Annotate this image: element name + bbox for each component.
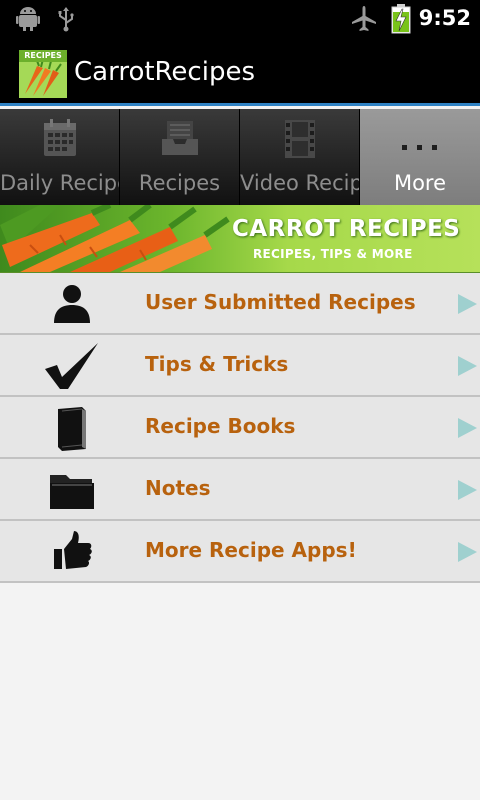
list-item-recipe-books[interactable]: Recipe Books xyxy=(0,397,480,459)
list-item-label: More Recipe Apps! xyxy=(145,538,357,562)
more-menu-list: User Submitted Recipes Tips & Tricks Rec… xyxy=(0,273,480,583)
carrot-recipes-banner[interactable]: CARROT RECIPES RECIPES, TIPS & MORE xyxy=(0,205,480,273)
list-item-label: Tips & Tricks xyxy=(145,352,289,376)
folder-icon xyxy=(42,465,102,515)
app-logo: RECIPES xyxy=(19,50,67,98)
tab-label: Daily Recipes xyxy=(0,171,119,195)
list-item-more-recipe-apps[interactable]: More Recipe Apps! xyxy=(0,521,480,583)
chevron-right-icon xyxy=(458,294,477,314)
tab-recipes[interactable]: Recipes xyxy=(120,109,240,205)
film-icon xyxy=(284,119,316,163)
app-logo-label: RECIPES xyxy=(19,50,67,62)
list-item-tips-tricks[interactable]: Tips & Tricks xyxy=(0,335,480,397)
action-bar: RECIPES CarrotRecipes xyxy=(0,38,480,106)
thumbs-up-icon xyxy=(42,527,102,577)
tab-bar: Daily Recipes Recipes Video Recipe More xyxy=(0,109,480,205)
banner-title: CARROT RECIPES xyxy=(232,216,461,242)
chevron-right-icon xyxy=(458,356,477,376)
list-item-label: Recipe Books xyxy=(145,414,296,438)
tab-label: Recipes xyxy=(138,171,221,195)
app-title: CarrotRecipes xyxy=(74,57,255,87)
tab-video-recipe[interactable]: Video Recipe xyxy=(240,109,360,205)
clock: 9:52 xyxy=(418,6,471,30)
chevron-right-icon xyxy=(458,418,477,438)
android-icon xyxy=(16,6,40,36)
tab-label: Video Recipe xyxy=(240,171,359,195)
tab-daily-recipes[interactable]: Daily Recipes xyxy=(0,109,120,205)
carrots-image xyxy=(0,205,230,272)
list-item-label: User Submitted Recipes xyxy=(145,290,416,314)
inbox-icon xyxy=(161,119,199,161)
battery-charging-icon xyxy=(391,4,411,38)
more-dots-icon xyxy=(401,137,439,156)
list-item-notes[interactable]: Notes xyxy=(0,459,480,521)
user-icon xyxy=(42,279,102,329)
chevron-right-icon xyxy=(458,480,477,500)
book-icon xyxy=(42,403,102,453)
checkmark-icon xyxy=(42,341,102,391)
usb-icon xyxy=(56,6,76,36)
status-bar: 9:52 xyxy=(0,0,480,38)
chevron-right-icon xyxy=(458,542,477,562)
calendar-icon xyxy=(43,119,77,161)
banner-subtitle: RECIPES, TIPS & MORE xyxy=(253,247,413,261)
list-item-label: Notes xyxy=(145,476,211,500)
tab-label: More xyxy=(393,171,447,195)
list-item-user-submitted-recipes[interactable]: User Submitted Recipes xyxy=(0,273,480,335)
tab-more[interactable]: More xyxy=(360,109,480,205)
airplane-mode-icon xyxy=(351,5,377,37)
